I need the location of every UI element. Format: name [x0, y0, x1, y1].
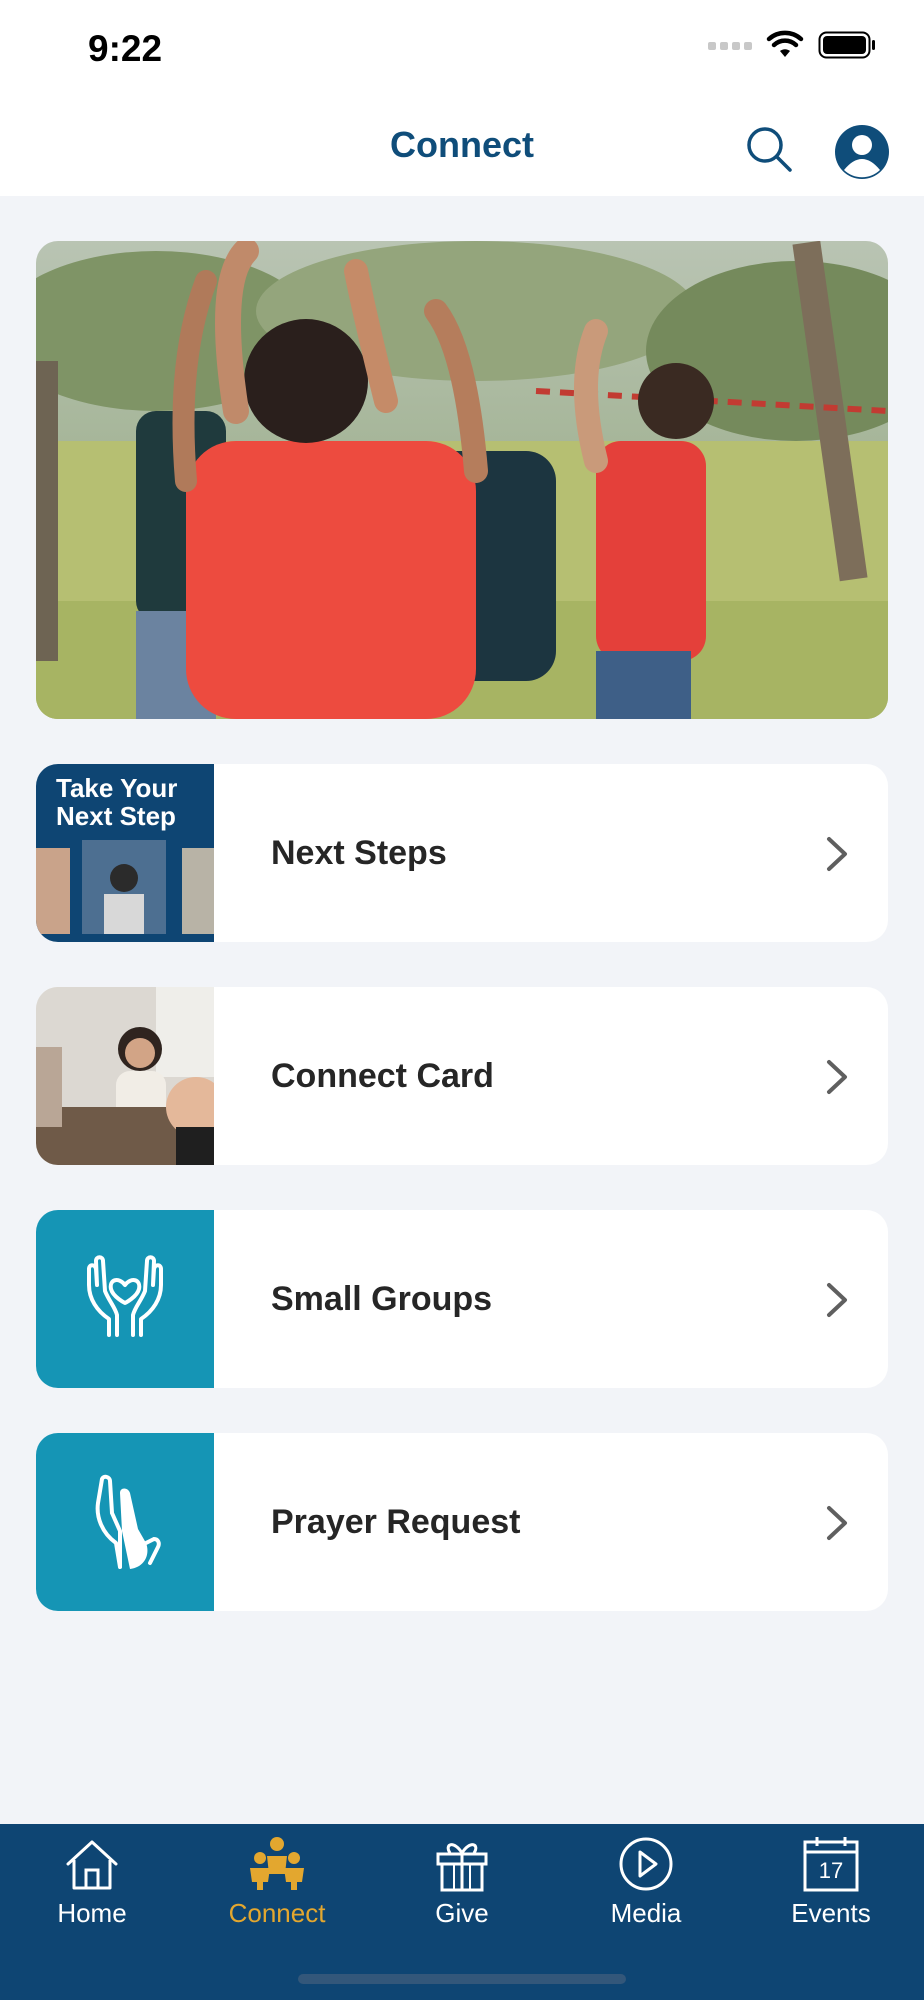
card-label: Next Steps [271, 834, 447, 872]
tab-give[interactable]: Give [370, 1836, 554, 1956]
thumbnail-caption: Take Your Next Step [56, 773, 178, 831]
praying-hands-icon [95, 1474, 161, 1569]
tab-label: Events [791, 1898, 871, 1928]
status-icons [708, 30, 876, 60]
tab-label: Media [610, 1898, 682, 1928]
prayer-request-card[interactable]: Prayer Request [36, 1433, 888, 1611]
chevron-right-icon [827, 837, 847, 871]
signal-icon [708, 42, 752, 50]
card-label: Connect Card [271, 1057, 494, 1095]
card-label: Prayer Request [271, 1503, 521, 1541]
nav-header: Connect [0, 100, 924, 196]
small-groups-thumbnail [36, 1210, 214, 1388]
tab-label: Connect [228, 1898, 326, 1928]
hands-heart-icon [87, 1255, 163, 1337]
chevron-right-icon [827, 1283, 847, 1317]
house-icon [66, 1840, 118, 1890]
next-steps-thumbnail: Take Your Next Step [36, 764, 214, 942]
tab-media[interactable]: Media [554, 1836, 738, 1956]
people-icon [250, 1837, 304, 1890]
play-circle-icon [619, 1837, 673, 1891]
search-icon [747, 127, 792, 172]
connect-card-card[interactable]: Connect Card [36, 987, 888, 1165]
tab-label: Give [435, 1898, 489, 1928]
tab-connect[interactable]: Connect [185, 1836, 369, 1956]
chevron-right-icon [827, 1506, 847, 1540]
chevron-right-icon [827, 1060, 847, 1094]
tab-home[interactable]: Home [0, 1836, 184, 1956]
gift-icon [436, 1843, 488, 1892]
tab-label: Home [57, 1898, 127, 1928]
battery-icon [818, 31, 875, 59]
small-groups-card[interactable]: Small Groups [36, 1210, 888, 1388]
hero-image [36, 241, 888, 719]
status-bar: 9:22 [0, 0, 924, 100]
card-label: Small Groups [271, 1280, 493, 1318]
profile-button[interactable] [834, 124, 890, 180]
avatar-icon [835, 125, 889, 179]
search-button[interactable] [744, 124, 794, 174]
status-time: 9:22 [88, 28, 163, 69]
wifi-icon [766, 30, 804, 57]
tab-events[interactable]: 17 Events [739, 1836, 923, 1956]
next-steps-card[interactable]: Take Your Next Step Next Steps [36, 764, 888, 942]
calendar-date: 17 [818, 1858, 844, 1883]
prayer-request-thumbnail [36, 1433, 214, 1611]
connect-card-thumbnail [36, 987, 214, 1165]
home-indicator [298, 1974, 626, 1984]
